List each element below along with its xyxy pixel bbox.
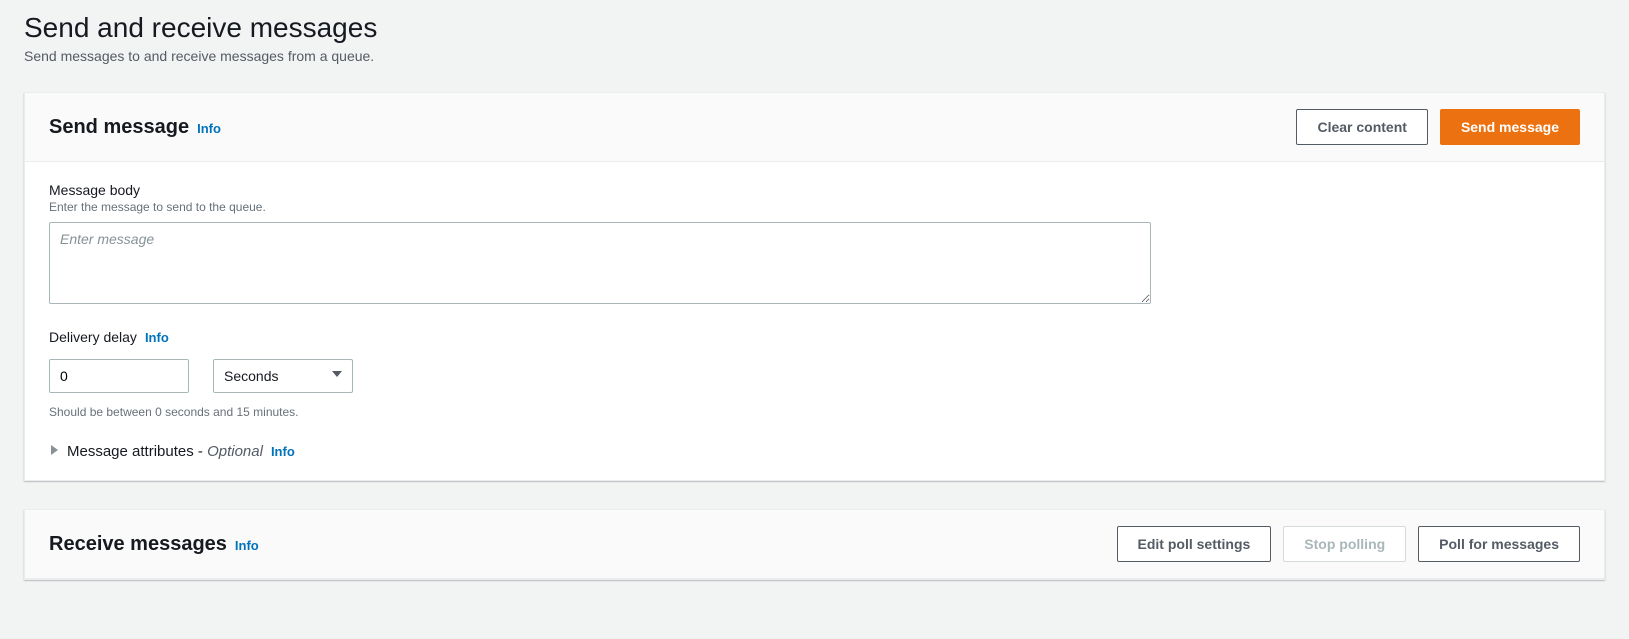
clear-content-button[interactable]: Clear content xyxy=(1296,109,1427,145)
receive-panel-info-link[interactable]: Info xyxy=(235,538,259,553)
receive-panel-header: Receive messages Info Edit poll settings… xyxy=(25,510,1604,579)
receive-messages-panel: Receive messages Info Edit poll settings… xyxy=(24,509,1605,580)
message-body-desc: Enter the message to send to the queue. xyxy=(49,200,1580,214)
delivery-delay-info-link[interactable]: Info xyxy=(145,330,169,345)
send-panel-title: Send message xyxy=(49,116,189,139)
message-attributes-info-link[interactable]: Info xyxy=(271,444,295,459)
caret-right-icon xyxy=(49,445,59,458)
delivery-delay-label: Delivery delay xyxy=(49,329,137,345)
send-panel-header: Send message Info Clear content Send mes… xyxy=(25,93,1604,162)
poll-for-messages-button[interactable]: Poll for messages xyxy=(1418,526,1580,562)
page-title: Send and receive messages xyxy=(24,12,1605,44)
edit-poll-settings-button[interactable]: Edit poll settings xyxy=(1117,526,1272,562)
send-panel-info-link[interactable]: Info xyxy=(197,121,221,136)
send-message-panel: Send message Info Clear content Send mes… xyxy=(24,92,1605,481)
send-message-button[interactable]: Send message xyxy=(1440,109,1580,145)
message-attributes-label: Message attributes - xyxy=(67,443,207,460)
page-subtitle: Send messages to and receive messages fr… xyxy=(24,48,1605,64)
message-body-label: Message body xyxy=(49,182,1580,198)
message-attributes-expander[interactable]: Message attributes - Optional Info xyxy=(49,443,1580,460)
delivery-delay-hint: Should be between 0 seconds and 15 minut… xyxy=(49,405,1580,419)
delivery-delay-unit-select[interactable]: Seconds xyxy=(213,359,353,393)
delivery-delay-unit-value: Seconds xyxy=(224,368,278,384)
delivery-delay-value-input[interactable] xyxy=(49,359,189,393)
stop-polling-button: Stop polling xyxy=(1283,526,1406,562)
receive-panel-title: Receive messages xyxy=(49,533,227,556)
message-attributes-optional: Optional xyxy=(207,443,263,460)
message-body-input[interactable] xyxy=(49,222,1151,304)
